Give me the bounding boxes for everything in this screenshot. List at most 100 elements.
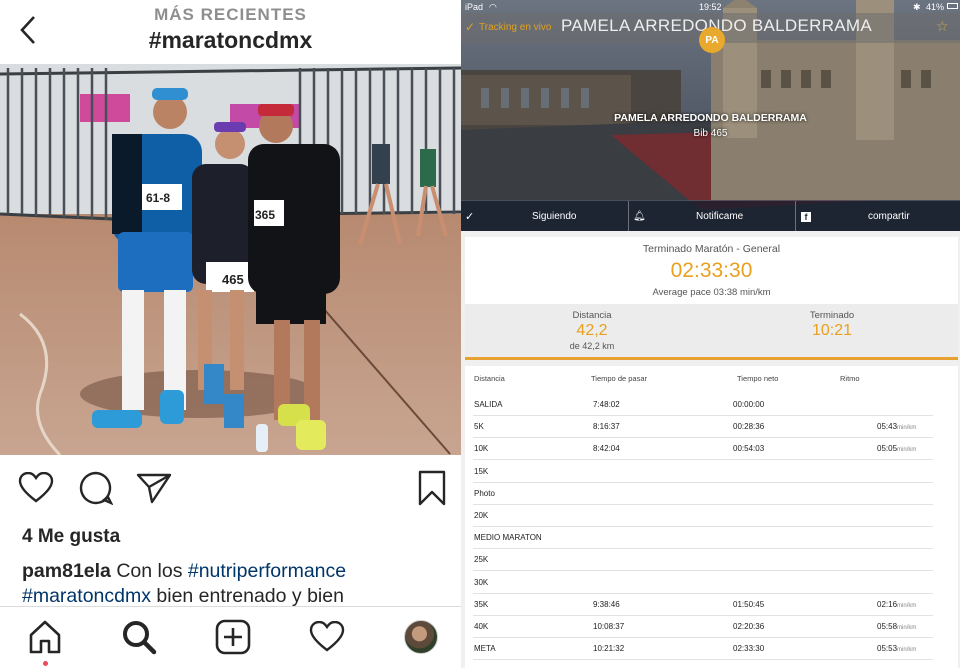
split-name: MEDIO MARATON [474, 533, 542, 543]
table-row: 35K 9:38:46 01:50:45 02:16min/km [473, 594, 933, 616]
split-net-time: 02:20:36 [733, 622, 765, 631]
hero-image: iPad ◠ 19:52 ✱ 41% ✓ Tracking en vivo PA… [461, 0, 960, 231]
split-name: 5K [474, 422, 484, 432]
share-button[interactable]: f compartir [801, 201, 959, 231]
section-subtitle: MÁS RECIENTES [154, 5, 307, 24]
favorite-star-icon[interactable]: ☆ [936, 18, 949, 35]
caption-text-2: bien entrenado y bien [150, 585, 344, 607]
search-icon[interactable] [115, 613, 163, 661]
heart-icon[interactable] [16, 466, 56, 510]
split-name: 20K [474, 511, 489, 520]
table-row: 5K 8:16:37 00:28:36 05:43min/km [473, 416, 933, 439]
notify-label: Notificame [696, 211, 744, 222]
wifi-icon: ◠ [489, 2, 497, 12]
split-net-time: 00:28:36 [733, 422, 765, 432]
split-name: SALIDA [474, 400, 503, 409]
activity-heart-icon[interactable] [303, 613, 351, 661]
clock: 19:52 [699, 2, 722, 12]
pace-unit: min/km [897, 647, 917, 654]
split-name: 30K [474, 577, 489, 587]
table-row: 20K [473, 505, 933, 527]
check-icon: ✓ [465, 211, 475, 223]
finished-label: Terminado [809, 310, 855, 321]
back-check-icon[interactable]: ✓ [465, 20, 475, 34]
split-pace-value: 05:05 [877, 444, 898, 454]
bib-center: 465 [222, 272, 244, 287]
distance-value: 42,2 [576, 322, 608, 339]
split-pace-value: 02:16 [877, 599, 898, 609]
split-pace: 05:53min/km [877, 644, 916, 653]
split-name: Photo [474, 488, 495, 498]
instagram-panel: MÁS RECIENTES #maratoncdmx 61-8 465 365 … [0, 0, 461, 668]
finished-value: 10:21 [811, 322, 853, 339]
action-bar: ✓ Siguiendo 🔔︎ Notificame f compartir [461, 200, 960, 231]
hashtag-title: #maratoncdmx [148, 27, 313, 53]
split-name: META [474, 644, 496, 654]
split-pace: 02:16min/km [877, 600, 916, 609]
split-pace: 05:58min/km [877, 622, 916, 631]
tracking-app-panel: iPad ◠ 19:52 ✱ 41% ✓ Tracking en vivo PA… [461, 0, 960, 668]
split-pass-time: 8:16:37 [593, 422, 620, 432]
split-pace: 05:05min/km [877, 444, 916, 453]
profile-avatar[interactable] [397, 613, 445, 661]
likes-count[interactable]: 4 Me gusta [22, 526, 120, 548]
summary-title: Terminado Maratón - General [642, 243, 781, 255]
split-name: 15K [474, 466, 489, 476]
pace-unit: min/km [897, 625, 917, 631]
hero-runner-name: PAMELA ARREDONDO BALDERRAMA [614, 112, 807, 124]
new-post-icon[interactable] [209, 613, 257, 661]
instagram-header: MÁS RECIENTES #maratoncdmx [0, 0, 461, 64]
split-name: 25K [474, 555, 489, 565]
split-pass-time: 8:42:04 [593, 444, 620, 454]
avatar [404, 620, 438, 654]
post-actions [0, 466, 461, 516]
finished-block: Terminado 10:21 [757, 310, 907, 340]
split-pass-time: 7:48:02 [593, 400, 620, 409]
distance-label: Distancia [572, 310, 612, 321]
caption-username[interactable]: pam81ela [22, 560, 111, 582]
split-pace-value: 05:53 [877, 644, 898, 654]
summary-stats: Distancia 42,2 de 42,2 km Terminado 10:2… [465, 304, 958, 359]
table-row: MEDIO MARATON [473, 527, 933, 550]
bib-right: 365 [255, 208, 275, 222]
split-net-time: 02:33:30 [733, 644, 765, 654]
result-summary: Terminado Maratón - General 02:33:30 Ave… [465, 237, 958, 359]
post-photo[interactable]: 61-8 465 365 [0, 64, 461, 455]
battery-icon [947, 3, 958, 9]
split-name: 35K [474, 599, 489, 609]
table-row: Photo [473, 483, 933, 505]
battery-percent: 41% [926, 2, 945, 12]
following-label: Siguiendo [532, 211, 577, 222]
caption-hashtag-nutriperformance[interactable]: #nutriperformance [188, 560, 346, 582]
table-row: SALIDA 7:48:02 00:00:00 [473, 394, 933, 416]
table-row: 25K [473, 549, 933, 572]
home-icon[interactable] [21, 613, 69, 661]
split-net-time: 01:50:45 [733, 599, 765, 609]
caption-text-1: Con los [110, 560, 188, 582]
tracking-live-label: Tracking en vivo [479, 22, 552, 33]
split-pace: 05:43min/km [877, 422, 916, 431]
average-pace: Average pace 03:38 min/km [652, 287, 771, 298]
pace-unit: min/km [897, 602, 917, 609]
table-row: META 10:21:32 02:33:30 05:53min/km [473, 638, 933, 661]
split-net-time: 00:00:00 [733, 400, 765, 409]
share-paper-plane-icon[interactable] [134, 466, 174, 510]
table-row: 15K [473, 461, 933, 483]
split-pace-value: 05:58 [877, 622, 898, 631]
notify-button[interactable]: 🔔︎ Notificame [633, 201, 793, 231]
caption-hashtag-maratoncdmx[interactable]: #maratoncdmx [22, 585, 151, 607]
comment-icon[interactable] [76, 466, 116, 510]
bell-icon: 🔔︎ [633, 211, 646, 222]
splits-table: Distancia Tiempo de pasar Tiempo neto Ri… [465, 366, 958, 668]
distance-sub: de 42,2 km [569, 341, 615, 351]
table-row: 10K 8:42:04 00:54:03 05:05min/km [473, 438, 933, 461]
header-net-time: Tiempo neto [737, 374, 779, 383]
progress-bar [465, 357, 958, 360]
hero-bib-number: Bib 465 [693, 128, 728, 139]
following-button[interactable]: ✓ Siguiendo [465, 201, 625, 231]
bookmark-icon[interactable] [412, 466, 452, 510]
facebook-icon: f [801, 211, 811, 222]
split-pass-time: 10:21:32 [593, 644, 625, 654]
split-pass-time: 10:08:37 [593, 622, 625, 631]
split-name: 40K [474, 622, 489, 631]
